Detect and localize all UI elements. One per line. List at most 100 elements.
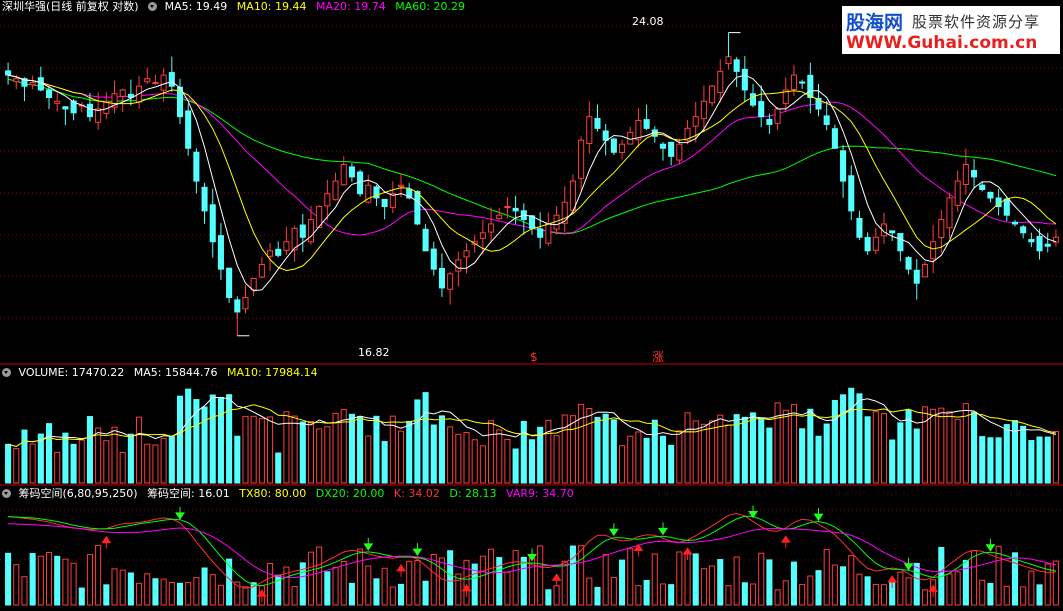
candle-body xyxy=(758,101,765,118)
buy-arrow-icon xyxy=(101,535,112,549)
indicator-bar xyxy=(807,575,814,606)
candle-body xyxy=(54,100,61,104)
candle-body xyxy=(62,106,69,110)
candle-body xyxy=(586,116,593,145)
volume-bar xyxy=(357,416,364,484)
volume-bar xyxy=(201,406,208,484)
indicator-bar xyxy=(111,568,118,606)
volume-bar xyxy=(921,406,928,484)
indicator-value: 筹码空间: 16.01 xyxy=(147,487,230,500)
indicator-bar xyxy=(29,553,36,606)
volume-bar xyxy=(528,439,536,484)
indicator-bar xyxy=(291,585,298,606)
candle-body xyxy=(250,277,257,291)
candle-body xyxy=(594,117,601,129)
indicator-bar xyxy=(684,553,691,606)
candle-body xyxy=(807,74,814,98)
indicator-bar xyxy=(905,577,912,606)
candle-body xyxy=(676,143,683,161)
volume-bar xyxy=(676,430,683,484)
dx20-label: DX20: 20.00 xyxy=(315,487,385,500)
brand-slogan: 股票软件资源分享 xyxy=(912,13,1041,31)
indicator-bar xyxy=(127,572,134,606)
stock-chart[interactable]: 24.08 16.82 $ 涨 xyxy=(0,0,1063,607)
dropdown-icon[interactable] xyxy=(2,489,11,498)
dropdown-icon[interactable] xyxy=(148,2,158,11)
volume-bar xyxy=(586,408,593,484)
volume-bar xyxy=(185,388,192,484)
candle-body xyxy=(578,139,585,179)
volume-bar xyxy=(774,402,781,484)
candle-body xyxy=(430,248,437,270)
volume-bar xyxy=(275,452,282,484)
indicator-bar xyxy=(815,570,822,606)
volume-bar xyxy=(70,443,77,484)
high-marker-label: 24.08 xyxy=(632,15,664,28)
volume-bar xyxy=(62,432,69,484)
candle-body xyxy=(438,267,445,289)
volume-bar xyxy=(1011,420,1019,484)
candle-body xyxy=(749,93,757,106)
candle-body xyxy=(86,103,93,118)
volume-bar xyxy=(37,433,44,484)
indicator-bar xyxy=(332,566,339,606)
volume-bar xyxy=(889,439,896,484)
candle-body xyxy=(307,219,315,243)
indicator-bar xyxy=(324,571,331,606)
volume-bar xyxy=(422,392,429,484)
volume-panel-header: VOLUME: 17470.22 MA5: 15844.76 MA10: 179… xyxy=(2,366,324,380)
candle-body xyxy=(267,250,274,257)
volume-bar xyxy=(250,415,257,484)
volume-bar xyxy=(144,443,151,484)
candle-body xyxy=(168,72,175,87)
candle-body xyxy=(340,163,347,186)
candle-body xyxy=(619,143,626,154)
volume-bar xyxy=(242,415,249,484)
candle-body xyxy=(733,59,740,72)
candle-body xyxy=(766,118,773,125)
volume-bar xyxy=(78,439,85,484)
volume-bar xyxy=(954,418,961,484)
volume-bar xyxy=(700,423,707,484)
candle-body xyxy=(668,141,675,157)
volume-bar xyxy=(520,420,527,484)
indicator-bar xyxy=(651,553,658,606)
indicator-name: 筹码空间(6,80,95,250) xyxy=(18,487,138,500)
indicator-bar xyxy=(406,560,413,606)
indicator-bar xyxy=(569,545,576,606)
indicator-bar xyxy=(995,545,1002,606)
candle-body xyxy=(627,131,634,145)
dropdown-icon[interactable] xyxy=(2,368,11,377)
volume-bar xyxy=(946,411,953,484)
indicator-bar xyxy=(692,553,699,606)
volume-bar xyxy=(807,408,814,484)
volume-bar xyxy=(594,416,601,484)
indicator-bar xyxy=(954,571,961,606)
indicator-bar xyxy=(766,559,773,606)
candle-body xyxy=(414,191,421,225)
candle-body xyxy=(504,206,511,209)
volume-bar xyxy=(430,424,437,484)
volume-bar xyxy=(471,439,478,484)
indicator-bar xyxy=(594,586,601,606)
volume-bar xyxy=(815,435,822,484)
volume-bar xyxy=(709,420,716,484)
candle-body xyxy=(13,78,20,83)
candle-body xyxy=(987,191,994,199)
indicator-bar xyxy=(610,576,617,606)
indicator-panel-header: 筹码空间(6,80,95,250) 筹码空间: 16.01 TX80: 80.0… xyxy=(2,487,580,501)
low-marker-label: 16.82 xyxy=(358,346,390,359)
candle-body xyxy=(700,100,707,120)
volume-bar xyxy=(684,412,691,484)
candle-body xyxy=(1028,239,1035,243)
candle-body xyxy=(488,223,495,233)
indicator-bar xyxy=(54,555,61,606)
volume-bar xyxy=(635,431,642,484)
candle-body xyxy=(201,186,208,212)
indicator-bar xyxy=(144,573,151,606)
candle-body xyxy=(840,150,847,182)
candle-body xyxy=(831,128,838,149)
indicator-bar xyxy=(496,557,503,606)
indicator-bar xyxy=(13,564,20,606)
indicator-bar xyxy=(897,571,904,606)
